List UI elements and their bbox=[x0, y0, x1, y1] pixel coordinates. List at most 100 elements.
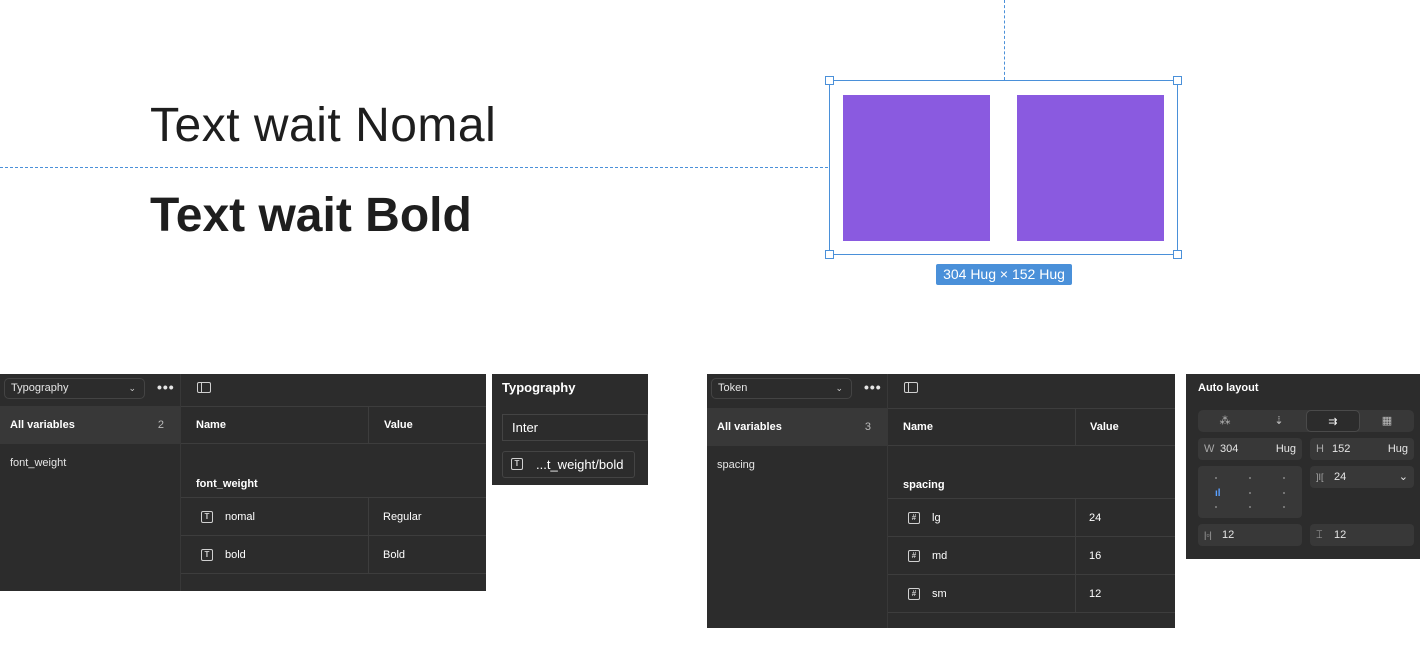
frame-size-badge: 304 Hug × 152 Hug bbox=[936, 264, 1072, 285]
alignment-grid[interactable]: ıl bbox=[1198, 466, 1302, 518]
typography-properties-panel: Typography Inter T ...t_weight/bold bbox=[492, 374, 648, 485]
font-weight-variable-field[interactable]: T ...t_weight/bold bbox=[502, 451, 635, 478]
variable-name: md bbox=[932, 549, 948, 562]
column-divider bbox=[368, 407, 369, 443]
vertical-guide-line bbox=[1004, 0, 1005, 80]
sidebar-toggle-icon[interactable] bbox=[904, 382, 918, 393]
align-dot[interactable] bbox=[1283, 492, 1285, 494]
all-variables-item[interactable]: All variables 2 bbox=[0, 406, 180, 444]
table-row[interactable]: # sm 12 bbox=[888, 575, 1175, 613]
collections-sidebar: Token ⌄ ••• All variables 3 spacing bbox=[707, 374, 888, 628]
group-item-spacing[interactable]: spacing bbox=[717, 459, 755, 471]
direction-horizontal-icon[interactable]: ⇉ bbox=[1306, 410, 1360, 432]
text-variable-icon: T bbox=[201, 510, 213, 523]
typography-variables-panel: Typography ⌄ ••• All variables 2 font_we… bbox=[0, 374, 486, 591]
variable-value[interactable]: Regular bbox=[383, 498, 422, 535]
column-header-value: Value bbox=[1090, 421, 1119, 433]
table-row[interactable]: Tbold Bold bbox=[181, 536, 486, 574]
resize-handle-bottom-right[interactable] bbox=[1173, 250, 1182, 259]
align-dot[interactable] bbox=[1283, 477, 1285, 479]
chevron-down-icon[interactable]: ⌄ bbox=[1399, 466, 1408, 488]
table-row[interactable]: Tnomal Regular bbox=[181, 498, 486, 536]
resize-handle-top-right[interactable] bbox=[1173, 76, 1182, 85]
alignment-marker-icon[interactable]: ıl bbox=[1215, 488, 1221, 499]
align-dot[interactable] bbox=[1283, 506, 1285, 508]
group-title: spacing bbox=[903, 479, 945, 491]
variable-value[interactable]: 12 bbox=[1089, 575, 1101, 612]
horizontal-padding-field[interactable]: |▫| 12 bbox=[1198, 524, 1302, 546]
chevron-down-icon: ⌄ bbox=[128, 383, 136, 393]
table-row[interactable]: # md 16 bbox=[888, 537, 1175, 575]
direction-grid-icon[interactable]: ▦ bbox=[1360, 410, 1414, 432]
font-weight-variable-label: ...t_weight/bold bbox=[536, 457, 624, 472]
auto-layout-frame[interactable] bbox=[825, 76, 1182, 259]
all-variables-label: All variables bbox=[717, 421, 782, 433]
more-options-icon[interactable]: ••• bbox=[157, 378, 175, 397]
typography-title: Typography bbox=[502, 380, 576, 395]
table-header-row: Name Value bbox=[888, 408, 1175, 446]
column-divider bbox=[1075, 537, 1076, 574]
variable-value[interactable]: 16 bbox=[1089, 537, 1101, 574]
column-divider bbox=[1075, 499, 1076, 536]
direction-wrap-icon[interactable]: ⁂ bbox=[1198, 410, 1252, 432]
sidebar-toggle-icon[interactable] bbox=[197, 382, 211, 393]
align-dot[interactable] bbox=[1249, 477, 1251, 479]
group-item-font-weight[interactable]: font_weight bbox=[10, 457, 66, 469]
text-variable-icon: T bbox=[201, 548, 213, 561]
purple-rectangle-1[interactable] bbox=[843, 95, 990, 241]
width-value: 304 bbox=[1220, 443, 1239, 455]
font-family-field[interactable]: Inter bbox=[502, 414, 648, 441]
width-label: W bbox=[1204, 443, 1215, 455]
vertical-padding-value: 12 bbox=[1334, 529, 1347, 541]
align-dot[interactable] bbox=[1249, 506, 1251, 508]
column-header-name: Name bbox=[196, 419, 226, 431]
column-divider bbox=[368, 536, 369, 573]
auto-layout-panel: Auto layout ⁂ ⇣ ⇉ ▦ W 304 Hug H 152 Hug … bbox=[1186, 374, 1420, 559]
all-variables-item[interactable]: All variables 3 bbox=[707, 408, 887, 446]
vertical-padding-icon: ⌶ bbox=[1316, 529, 1323, 541]
column-header-name: Name bbox=[903, 421, 933, 433]
purple-rectangle-2[interactable] bbox=[1017, 95, 1164, 241]
width-field[interactable]: W 304 Hug bbox=[1198, 438, 1302, 460]
height-mode[interactable]: Hug bbox=[1388, 438, 1408, 460]
variables-table: Name Value font_weight Tnomal Regular Tb… bbox=[181, 374, 486, 591]
align-dot[interactable] bbox=[1215, 506, 1217, 508]
gap-icon: ]I[ bbox=[1316, 472, 1324, 482]
align-dot[interactable] bbox=[1215, 477, 1217, 479]
token-variables-panel: Token ⌄ ••• All variables 3 spacing Name… bbox=[707, 374, 1175, 628]
align-dot[interactable] bbox=[1249, 492, 1251, 494]
height-field[interactable]: H 152 Hug bbox=[1310, 438, 1414, 460]
column-divider bbox=[1075, 409, 1076, 445]
more-options-icon[interactable]: ••• bbox=[864, 378, 882, 397]
text-variable-icon: T bbox=[511, 458, 523, 470]
horizontal-guide-line bbox=[0, 167, 828, 168]
all-variables-count: 3 bbox=[864, 421, 871, 433]
table-row[interactable]: # lg 24 bbox=[888, 499, 1175, 537]
variable-value[interactable]: 24 bbox=[1089, 499, 1101, 536]
all-variables-label: All variables bbox=[10, 419, 75, 431]
vertical-padding-field[interactable]: ⌶ 12 bbox=[1310, 524, 1414, 546]
resize-handle-top-left[interactable] bbox=[825, 76, 834, 85]
number-variable-icon: # bbox=[908, 549, 920, 562]
collection-select[interactable]: Typography ⌄ bbox=[4, 378, 145, 399]
width-mode[interactable]: Hug bbox=[1276, 438, 1296, 460]
column-divider bbox=[368, 498, 369, 535]
group-header-row: font_weight bbox=[181, 444, 486, 498]
collection-select[interactable]: Token ⌄ bbox=[711, 378, 852, 399]
variable-name: bold bbox=[225, 548, 246, 561]
resize-handle-bottom-left[interactable] bbox=[825, 250, 834, 259]
direction-vertical-icon[interactable]: ⇣ bbox=[1252, 410, 1306, 432]
collection-select-label: Typography bbox=[11, 382, 69, 394]
variable-name: nomal bbox=[225, 510, 255, 523]
table-header-row: Name Value bbox=[181, 406, 486, 444]
variable-value[interactable]: Bold bbox=[383, 536, 405, 573]
chevron-down-icon: ⌄ bbox=[835, 383, 843, 393]
text-layer-normal[interactable]: Text wait Nomal bbox=[150, 98, 496, 153]
text-layer-bold[interactable]: Text wait Bold bbox=[150, 188, 472, 243]
group-title: font_weight bbox=[196, 477, 258, 490]
all-variables-count: 2 bbox=[157, 419, 164, 431]
column-divider bbox=[1075, 575, 1076, 612]
gap-field[interactable]: ]I[ 24 ⌄ bbox=[1310, 466, 1414, 488]
gap-value: 24 bbox=[1334, 471, 1347, 483]
group-header-row: spacing bbox=[888, 446, 1175, 499]
